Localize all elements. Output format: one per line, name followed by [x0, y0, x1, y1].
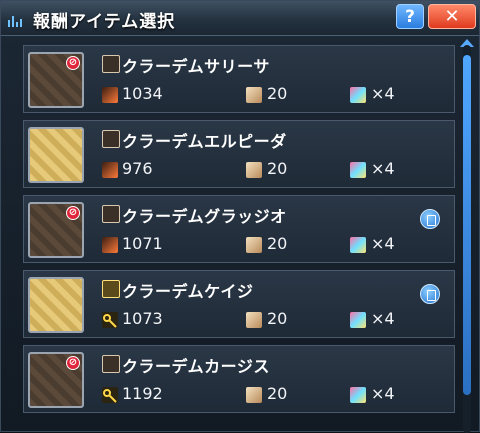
attack-icon [102, 162, 118, 178]
item-name: クラーデムサリーサ [122, 57, 270, 76]
memo-icon[interactable] [420, 284, 440, 304]
help-button[interactable]: ? [396, 4, 424, 29]
item-thumbnail [28, 127, 84, 183]
item-thumbnail: ⊘ [28, 202, 84, 258]
restricted-badge-icon: ⊘ [66, 206, 80, 220]
item-row[interactable]: クラーデムケイジ 1073 20 ×4 [23, 270, 455, 338]
sword-icon [102, 55, 120, 73]
restricted-badge-icon: ⊘ [66, 56, 80, 70]
launcher-icon [102, 280, 120, 298]
grind-value: 20 [267, 384, 288, 403]
memo-icon[interactable] [420, 209, 440, 229]
slot-value: ×4 [371, 84, 395, 103]
grind-icon [246, 312, 262, 328]
grind-icon [246, 162, 262, 178]
grind-icon [246, 387, 262, 403]
attack-value: 1034 [122, 84, 163, 103]
attack-icon [102, 237, 118, 253]
sword-icon [102, 205, 120, 223]
slot-icon [350, 387, 366, 403]
title-bar: 報酬アイテム選択 ? ✕ [1, 1, 479, 36]
reward-item-select-window: 報酬アイテム選択 ? ✕ ⊘ クラーデムサリーサ 1034 20 ×4 クラーデ… [0, 0, 480, 433]
close-button[interactable]: ✕ [428, 4, 476, 29]
item-row[interactable]: ⊘ クラーデムグラッジオ 1071 20 ×4 [23, 195, 455, 263]
bow-icon [102, 355, 120, 373]
grind-value: 20 [267, 159, 288, 178]
scrollbar-thumb[interactable] [463, 55, 471, 395]
item-row[interactable]: ⊘ クラーデムカージス 1192 20 ×4 [23, 345, 455, 413]
window-deco-icon [8, 16, 22, 27]
slot-icon [350, 87, 366, 103]
item-thumbnail [28, 277, 84, 333]
grind-value: 20 [267, 84, 288, 103]
item-row[interactable]: ⊘ クラーデムサリーサ 1034 20 ×4 [23, 45, 455, 113]
item-thumbnail: ⊘ [28, 52, 84, 108]
grind-value: 20 [267, 309, 288, 328]
grind-value: 20 [267, 234, 288, 253]
scrollbar[interactable] [463, 45, 471, 433]
item-list: ⊘ クラーデムサリーサ 1034 20 ×4 クラーデムエルピーダ 976 20… [15, 45, 455, 433]
slot-icon [350, 237, 366, 253]
item-name: クラーデムグラッジオ [122, 207, 287, 226]
item-name: クラーデムエルピーダ [122, 132, 287, 151]
key-icon [102, 387, 118, 403]
grind-icon [246, 237, 262, 253]
attack-value: 1073 [122, 309, 163, 328]
restricted-badge-icon: ⊘ [66, 356, 80, 370]
attack-value: 1071 [122, 234, 163, 253]
attack-value: 1192 [122, 384, 163, 403]
attack-icon [102, 87, 118, 103]
slot-icon [350, 312, 366, 328]
item-row[interactable]: クラーデムエルピーダ 976 20 ×4 [23, 120, 455, 188]
item-thumbnail: ⊘ [28, 352, 84, 408]
slot-value: ×4 [371, 234, 395, 253]
item-name: クラーデムカージス [122, 357, 270, 376]
sword-icon [102, 130, 120, 148]
item-name: クラーデムケイジ [122, 282, 254, 301]
slot-value: ×4 [371, 384, 395, 403]
attack-value: 976 [122, 159, 153, 178]
slot-icon [350, 162, 366, 178]
window-title: 報酬アイテム選択 [33, 12, 176, 32]
slot-value: ×4 [371, 309, 395, 328]
slot-value: ×4 [371, 159, 395, 178]
key-icon [102, 312, 118, 328]
grind-icon [246, 87, 262, 103]
